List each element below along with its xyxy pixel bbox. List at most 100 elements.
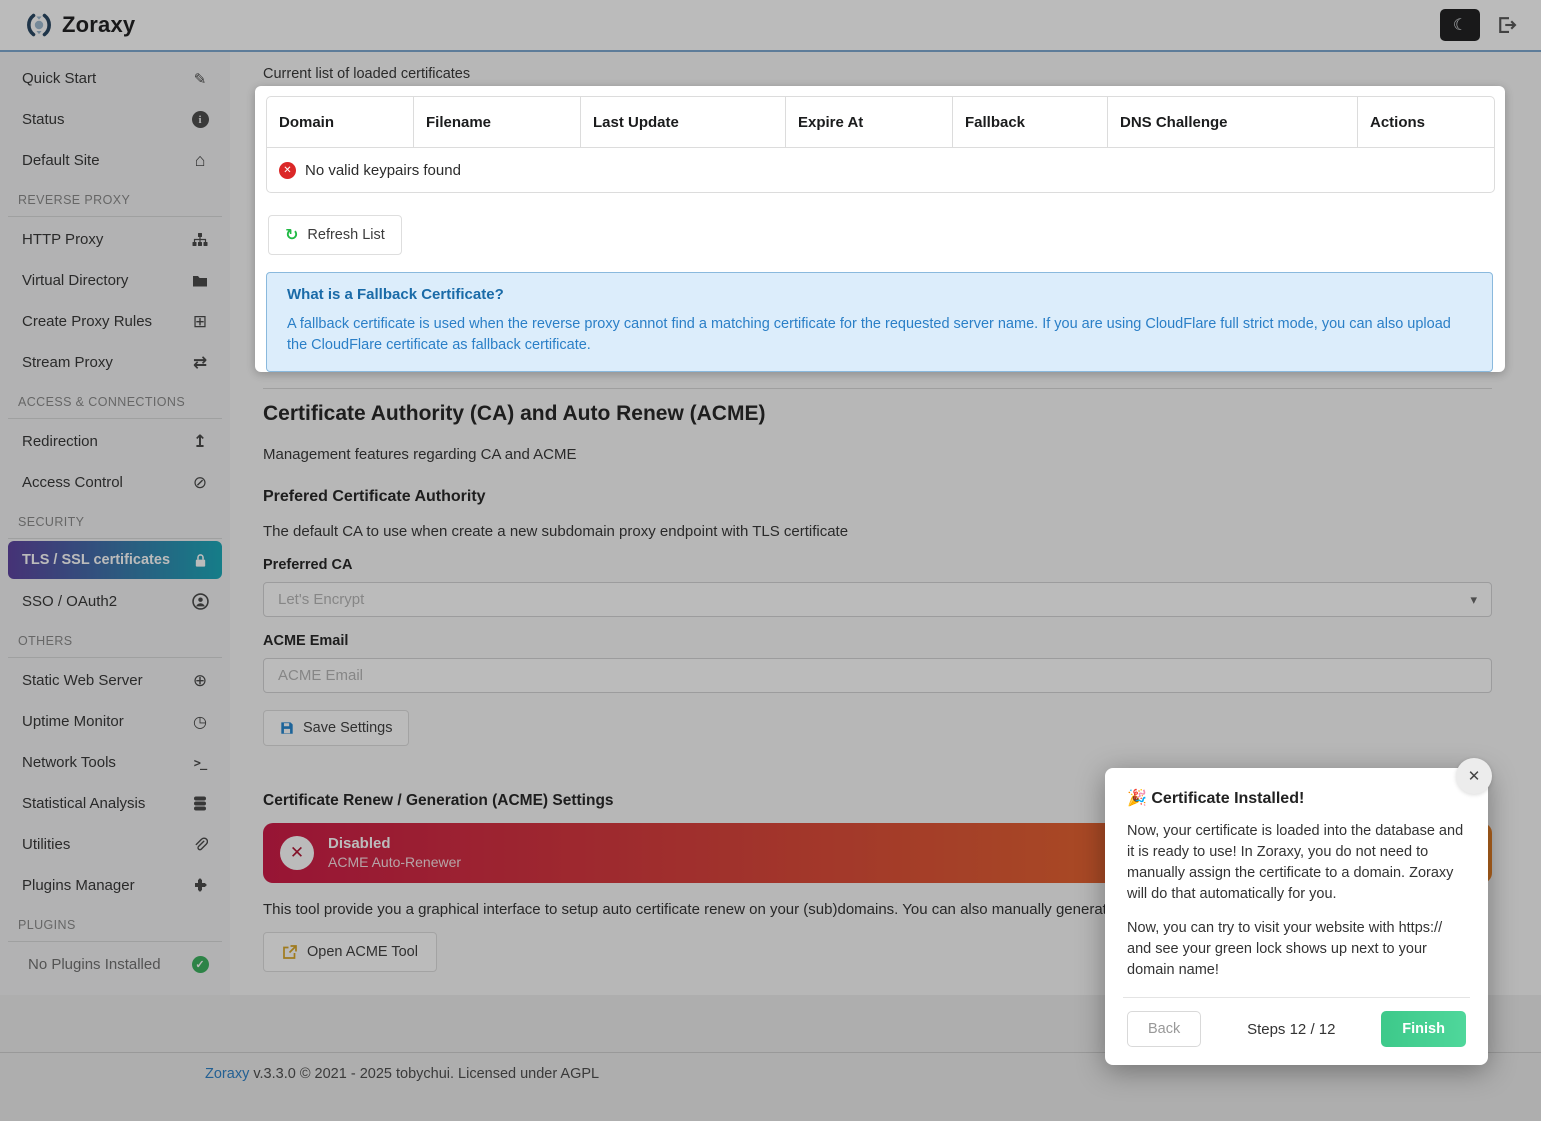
sidebar-item-label: Static Web Server	[22, 672, 190, 689]
sidebar-item-quick-start[interactable]: Quick Start ✎	[0, 58, 230, 99]
sidebar-item-create-proxy-rules[interactable]: Create Proxy Rules ⊞	[0, 301, 230, 342]
section-divider	[263, 388, 1492, 389]
plus-square-icon: ⊞	[190, 312, 210, 332]
open-acme-tool-label: Open ACME Tool	[307, 944, 418, 960]
sidebar-item-access-control[interactable]: Access Control ⊘	[0, 462, 230, 503]
refresh-list-button[interactable]: ↻ Refresh List	[268, 215, 402, 255]
zoraxy-logo-icon	[24, 10, 54, 40]
sidebar-item-sso-oauth2[interactable]: SSO / OAuth2	[0, 581, 230, 622]
sidebar-section-plugins: PLUGINS	[8, 910, 222, 942]
sidebar-item-label: HTTP Proxy	[22, 231, 190, 248]
acme-email-field[interactable]	[263, 658, 1492, 693]
acme-status-title: Disabled	[328, 835, 461, 854]
back-button[interactable]: Back	[1127, 1011, 1201, 1047]
tour-modal-paragraph-1: Now, your certificate is loaded into the…	[1127, 821, 1466, 905]
column-header-domain: Domain	[267, 97, 413, 147]
globe-icon: ⊕	[190, 671, 210, 691]
footer-zoraxy-link[interactable]: Zoraxy	[205, 1066, 249, 1082]
close-button[interactable]: ✕	[1456, 758, 1492, 794]
acme-email-label: ACME Email	[263, 633, 348, 649]
level-up-arrow-icon: ↥	[190, 432, 210, 452]
acme-status-subtitle: ACME Auto-Renewer	[328, 854, 461, 872]
app-title: Zoraxy	[62, 12, 135, 38]
sidebar-item-plugins-manager[interactable]: Plugins Manager	[0, 865, 230, 906]
sidebar-item-label: TLS / SSL certificates	[22, 552, 190, 568]
puzzle-piece-icon	[190, 878, 210, 894]
fallback-info-box: What is a Fallback Certificate? A fallba…	[266, 272, 1493, 372]
fallback-info-title: What is a Fallback Certificate?	[287, 286, 1472, 303]
sidebar-item-default-site[interactable]: Default Site ⌂	[0, 140, 230, 181]
ca-section-title: Certificate Authority (CA) and Auto Rene…	[263, 402, 765, 426]
refresh-button-label: Refresh List	[307, 227, 384, 243]
certificates-table: Domain Filename Last Update Expire At Fa…	[266, 96, 1495, 193]
sidebar-section-security: SECURITY	[8, 507, 222, 539]
sidebar-item-tls-ssl-certificates[interactable]: TLS / SSL certificates	[8, 541, 222, 579]
sidebar-item-static-web-server[interactable]: Static Web Server ⊕	[0, 660, 230, 701]
folder-icon	[190, 273, 210, 289]
sidebar-item-label: Plugins Manager	[22, 877, 190, 894]
sidebar-item-label: No Plugins Installed	[28, 956, 190, 973]
sidebar-item-status[interactable]: Status i	[0, 99, 230, 140]
table-header-row: Domain Filename Last Update Expire At Fa…	[267, 97, 1494, 148]
open-acme-tool-button[interactable]: Open ACME Tool	[263, 932, 437, 972]
sidebar-item-label: Redirection	[22, 433, 190, 450]
sidebar-item-label: Create Proxy Rules	[22, 313, 190, 330]
paperclip-icon	[190, 837, 210, 853]
preferred-ca-label: Preferred CA	[263, 557, 352, 573]
save-button-label: Save Settings	[303, 720, 392, 736]
sidebar-item-label: Virtual Directory	[22, 272, 190, 289]
clock-icon: ◷	[190, 712, 210, 732]
sidebar-item-uptime-monitor[interactable]: Uptime Monitor ◷	[0, 701, 230, 742]
moon-icon: ☾	[1453, 15, 1467, 35]
modal-divider	[1123, 997, 1470, 998]
save-settings-button[interactable]: Save Settings	[263, 710, 409, 746]
preferred-ca-heading: Prefered Certificate Authority	[263, 488, 486, 506]
preferred-ca-value: Let's Encrypt	[278, 591, 364, 608]
sidebar-item-http-proxy[interactable]: HTTP Proxy	[0, 219, 230, 260]
empty-table-row: ✕ No valid keypairs found	[267, 148, 1494, 192]
sidebar: Quick Start ✎ Status i Default Site ⌂ RE…	[0, 52, 230, 995]
fallback-info-body: A fallback certificate is used when the …	[287, 314, 1472, 356]
ban-icon: ⊘	[190, 473, 210, 493]
preferred-ca-dropdown[interactable]: Let's Encrypt ▾	[263, 582, 1492, 617]
logout-icon[interactable]	[1496, 15, 1517, 35]
preferred-ca-description: The default CA to use when create a new …	[263, 523, 848, 540]
sidebar-item-virtual-directory[interactable]: Virtual Directory	[0, 260, 230, 301]
sidebar-item-network-tools[interactable]: Network Tools >_	[0, 742, 230, 783]
steps-indicator: Steps 12 / 12	[1247, 1021, 1335, 1038]
sidebar-item-statistical-analysis[interactable]: Statistical Analysis	[0, 783, 230, 824]
info-circle-icon: i	[190, 111, 210, 128]
exchange-icon: ⇄	[190, 353, 210, 373]
column-header-dns-challenge: DNS Challenge	[1107, 97, 1357, 147]
footer: Zoraxy v.3.3.0 © 2021 - 2025 tobychui. L…	[205, 1066, 599, 1082]
user-circle-icon	[190, 593, 210, 610]
home-icon: ⌂	[190, 150, 210, 171]
save-icon	[280, 721, 294, 735]
finish-button[interactable]: Finish	[1381, 1011, 1466, 1047]
certificates-list-label: Current list of loaded certificates	[263, 66, 470, 82]
error-circle-icon: ✕	[279, 162, 296, 179]
column-header-expire-at: Expire At	[785, 97, 952, 147]
top-navbar: Zoraxy ☾	[0, 0, 1541, 52]
refresh-icon: ↻	[285, 225, 298, 245]
dark-mode-toggle[interactable]: ☾	[1440, 9, 1480, 41]
check-circle-icon: ✓	[190, 956, 210, 973]
times-circle-icon: ✕	[280, 836, 314, 870]
sidebar-item-label: Default Site	[22, 152, 190, 169]
app-logo: Zoraxy	[24, 10, 135, 40]
sidebar-item-label: Quick Start	[22, 70, 190, 87]
sidebar-item-label: Statistical Analysis	[22, 795, 190, 812]
sidebar-item-stream-proxy[interactable]: Stream Proxy ⇄	[0, 342, 230, 383]
close-icon: ✕	[1468, 767, 1481, 785]
sidebar-section-reverse-proxy: REVERSE PROXY	[8, 185, 222, 217]
database-icon	[190, 796, 210, 811]
terminal-icon: >_	[190, 756, 210, 770]
sidebar-item-label: Utilities	[22, 836, 190, 853]
sidebar-item-no-plugins: No Plugins Installed ✓	[0, 944, 230, 985]
tour-modal-title: 🎉 Certificate Installed!	[1127, 788, 1466, 808]
sidebar-item-redirection[interactable]: Redirection ↥	[0, 421, 230, 462]
sidebar-item-label: SSO / OAuth2	[22, 593, 190, 610]
sidebar-item-label: Access Control	[22, 474, 190, 491]
sidebar-item-label: Stream Proxy	[22, 354, 190, 371]
sidebar-item-utilities[interactable]: Utilities	[0, 824, 230, 865]
